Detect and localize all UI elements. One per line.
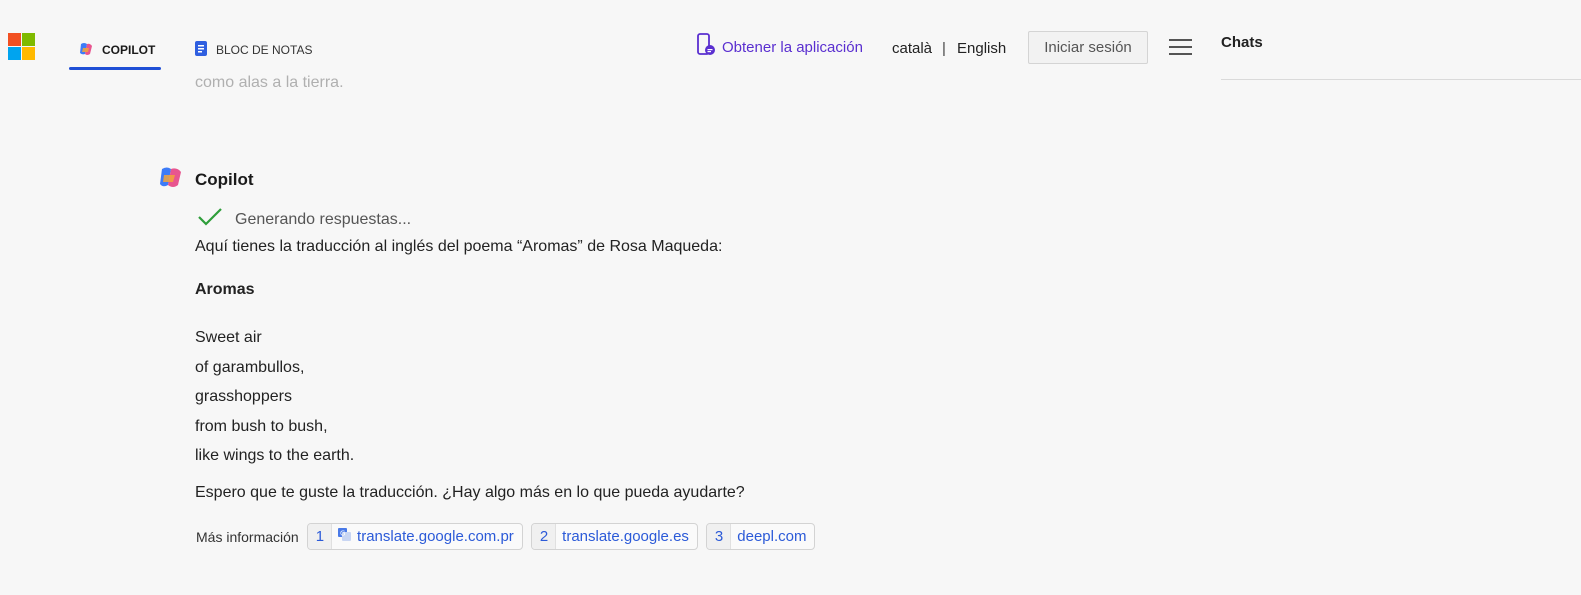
tab-label: BLOC DE NOTAS [216,43,313,57]
response-header: Copilot [157,165,254,195]
more-info-row: Más información 1 G translate.google.com… [196,523,816,550]
poem-line: like wings to the earth. [195,447,355,464]
citation-link[interactable]: 1 G translate.google.com.pr [306,523,523,550]
citation-link[interactable]: 2 translate.google.es [530,523,698,550]
poem-line: Sweet air [195,329,262,346]
previous-message-tail: como alas a la tierra. [195,74,344,91]
citation-number: 2 [531,524,557,549]
more-info-label: Más información [196,528,299,545]
chats-panel: Chats [1221,0,1581,80]
hamburger-icon[interactable] [1169,39,1192,55]
poem-line: of garambullos, [195,358,305,376]
active-tab-indicator [69,67,161,70]
poem-line: from bush to bush, [195,417,328,435]
google-translate-icon: G [338,528,352,545]
poem-body: Sweet air of garambullos, grasshoppers f… [195,323,354,471]
citation-domain: translate.google.es [562,528,689,545]
citation-domain: translate.google.com.pr [357,528,514,545]
phone-app-icon [696,33,716,61]
response-intro: Aquí tienes la traducción al inglés del … [195,238,723,255]
tab-label: COPILOT [102,43,156,57]
tab-copilot[interactable]: COPILOT [69,30,161,70]
citation-number: 1 [307,524,333,549]
status-text: Generando respuestas... [235,210,412,228]
tab-notebook[interactable]: BLOC DE NOTAS [194,30,312,70]
language-separator: | [942,40,946,57]
svg-text:G: G [340,530,345,538]
chats-title: Chats [1221,34,1263,51]
citation-domain: deepl.com [737,528,807,545]
author-name: Copilot [195,170,254,189]
copilot-icon [78,41,94,60]
checkmark-icon [197,207,223,232]
citation-link[interactable]: 3 deepl.com [705,523,816,550]
microsoft-logo[interactable] [8,33,35,60]
poem-title: Aromas [195,281,255,298]
generation-status: Generando respuestas... [197,207,411,232]
response-closing: Espero que te guste la traducción. ¿Hay … [195,484,745,501]
poem-line: grasshoppers [195,388,292,405]
sign-in-button[interactable]: Iniciar sesión [1028,31,1148,64]
notebook-icon [194,40,208,60]
copilot-avatar-icon [157,165,184,195]
get-app-label: Obtener la aplicación [722,38,863,56]
language-english-link[interactable]: English [957,40,1006,57]
citation-number: 3 [706,524,732,549]
get-app-link[interactable]: Obtener la aplicación [696,33,863,61]
language-catalan: català [892,40,933,57]
